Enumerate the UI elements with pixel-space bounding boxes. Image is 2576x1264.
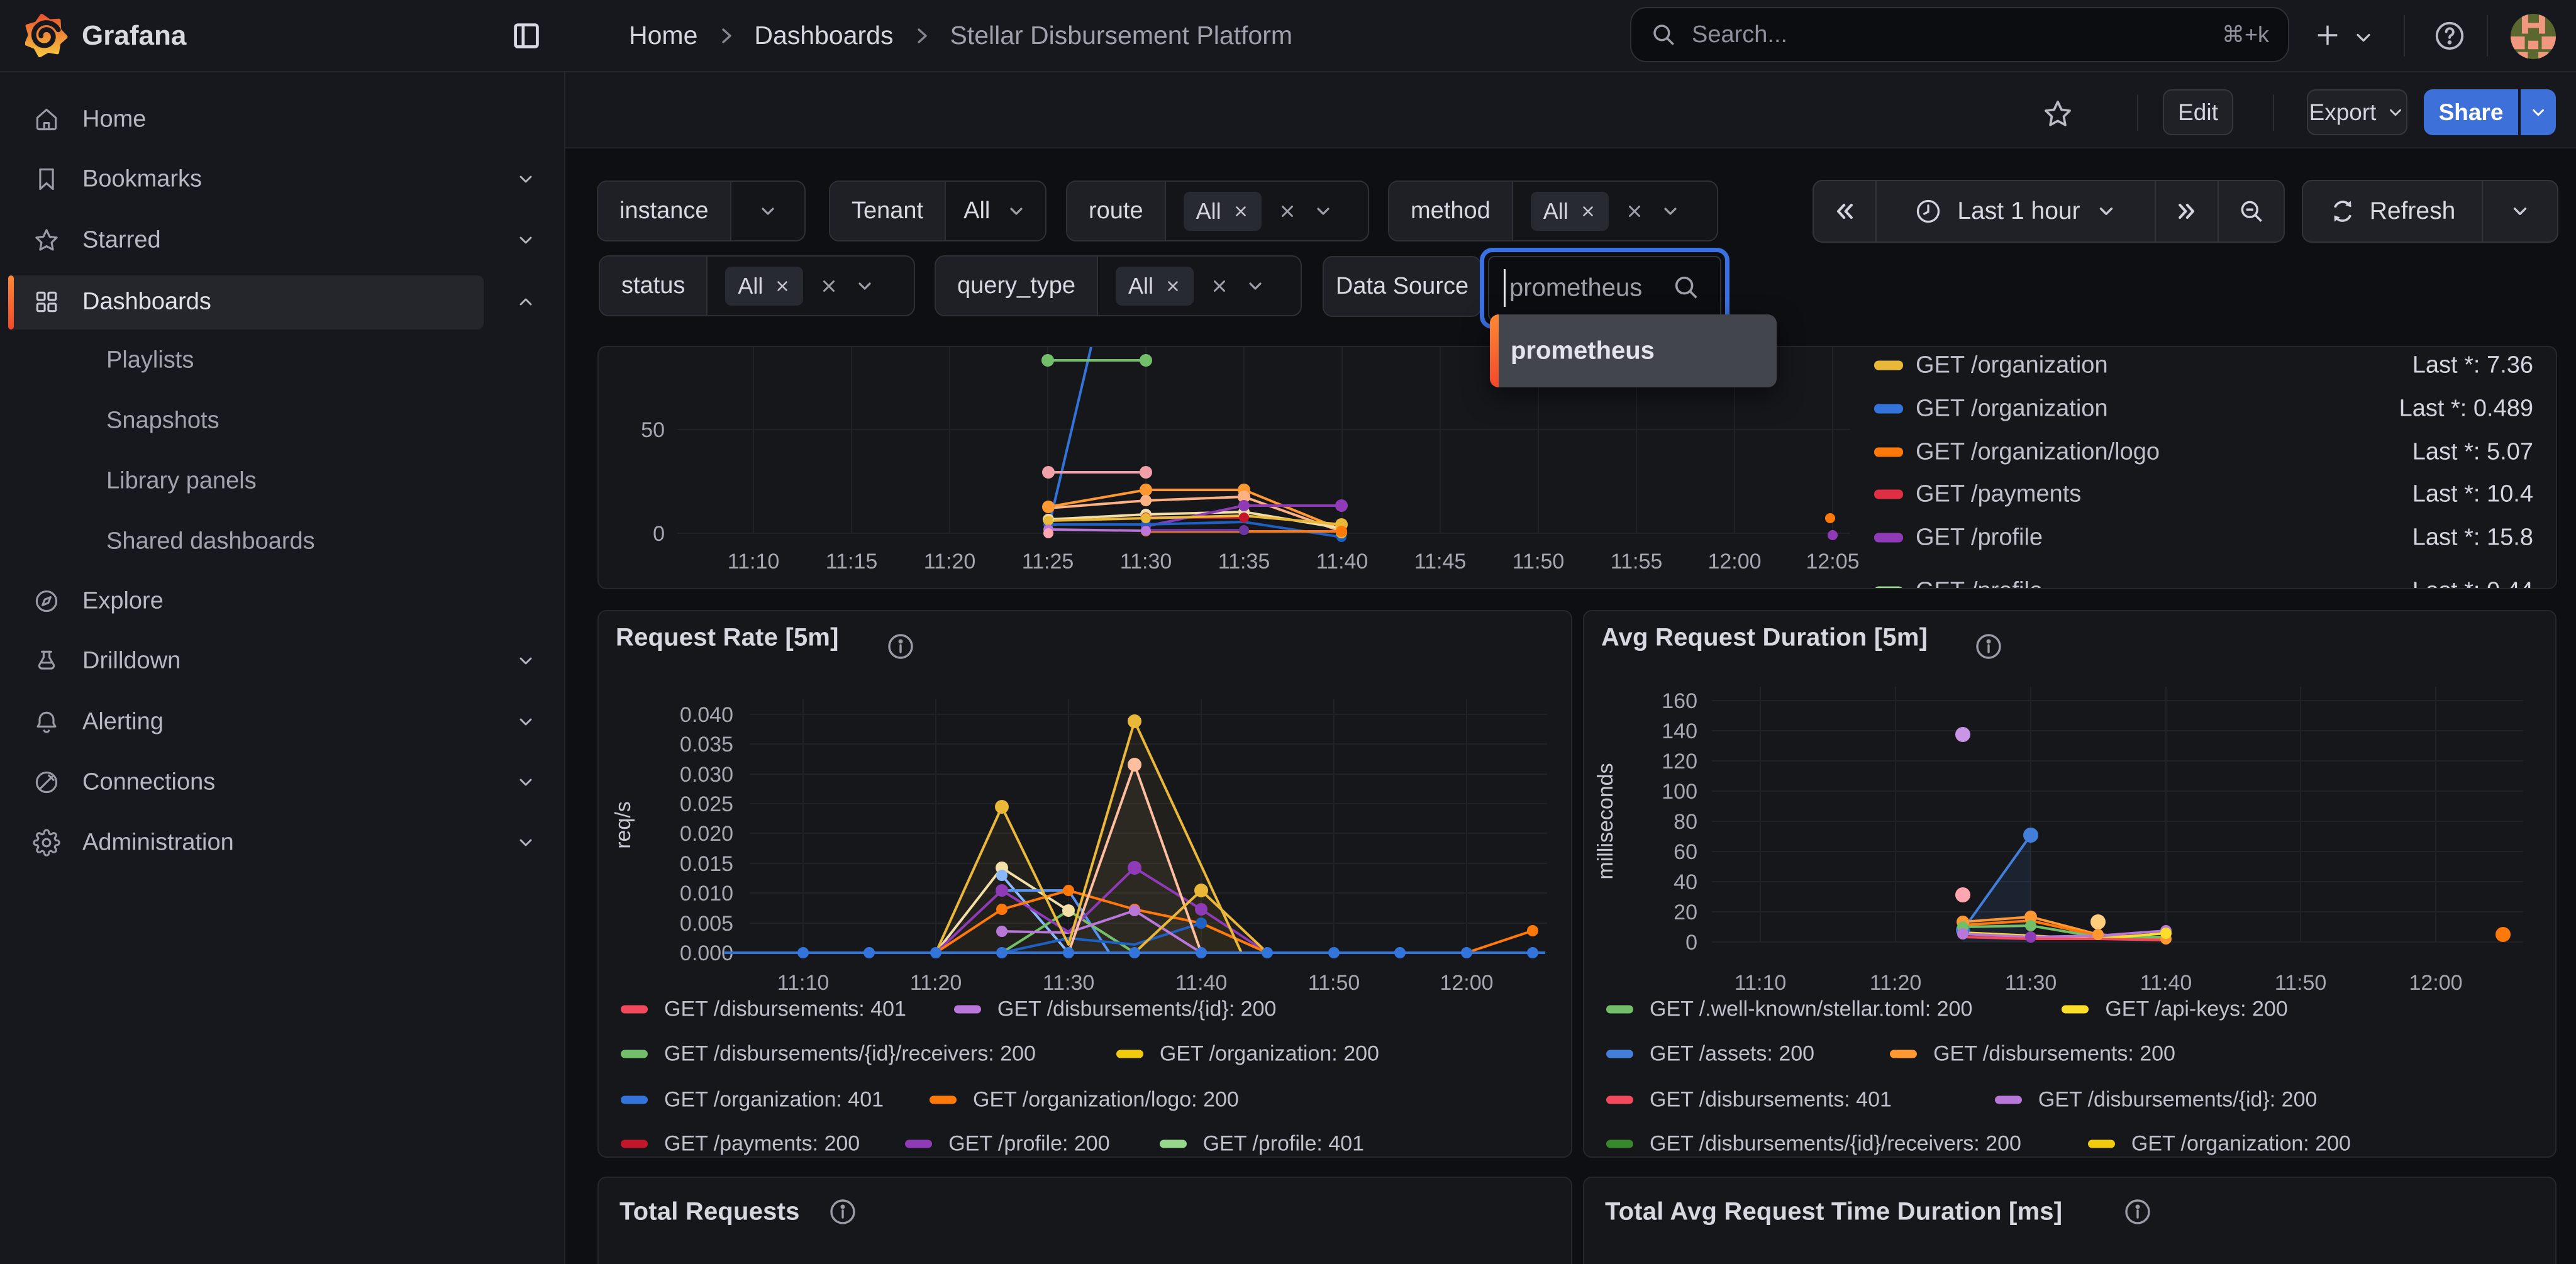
svg-text:11:20: 11:20 [910,971,962,995]
svg-text:11:50: 11:50 [1308,971,1360,995]
svg-text:11:10: 11:10 [728,550,780,574]
svg-text:0.010: 0.010 [680,882,733,906]
svg-text:0.040: 0.040 [680,703,733,727]
svg-text:120: 120 [1662,750,1697,773]
svg-text:50: 50 [641,418,665,442]
svg-text:160: 160 [1662,689,1697,713]
svg-text:0.025: 0.025 [680,792,733,816]
svg-text:11:20: 11:20 [924,550,976,574]
svg-text:11:30: 11:30 [2005,971,2057,995]
svg-text:0.030: 0.030 [680,763,733,787]
svg-text:0: 0 [653,522,665,546]
svg-text:11:50: 11:50 [2275,971,2327,995]
svg-text:140: 140 [1662,719,1697,743]
svg-text:11:50: 11:50 [1513,550,1565,574]
svg-text:12:05: 12:05 [1806,550,1859,574]
svg-text:0.020: 0.020 [680,822,733,846]
svg-text:20: 20 [1674,901,1697,924]
svg-text:11:55: 11:55 [1611,550,1663,574]
svg-text:11:40: 11:40 [2140,971,2192,995]
svg-text:11:40: 11:40 [1175,971,1228,995]
svg-text:0.005: 0.005 [680,912,733,936]
svg-text:11:45: 11:45 [1414,550,1467,574]
svg-text:100: 100 [1662,780,1697,804]
svg-text:12:00: 12:00 [1707,550,1761,574]
svg-text:40: 40 [1674,870,1697,894]
svg-text:11:10: 11:10 [1735,971,1787,995]
svg-text:80: 80 [1674,810,1697,834]
svg-text:12:00: 12:00 [2409,971,2462,995]
svg-text:0.035: 0.035 [680,733,733,757]
svg-text:milliseconds: milliseconds [1594,763,1618,879]
svg-text:60: 60 [1674,840,1697,864]
svg-text:11:40: 11:40 [1316,550,1368,574]
svg-text:req/s: req/s [611,801,635,849]
svg-text:11:20: 11:20 [1870,971,1922,995]
svg-text:11:10: 11:10 [777,971,830,995]
svg-text:11:15: 11:15 [826,550,878,574]
svg-text:11:35: 11:35 [1218,550,1270,574]
svg-text:11:30: 11:30 [1043,971,1095,995]
svg-text:0.015: 0.015 [680,852,733,876]
svg-text:11:25: 11:25 [1022,550,1074,574]
svg-text:0: 0 [1685,931,1697,955]
svg-text:12:00: 12:00 [1440,971,1493,995]
svg-text:11:30: 11:30 [1120,550,1172,574]
